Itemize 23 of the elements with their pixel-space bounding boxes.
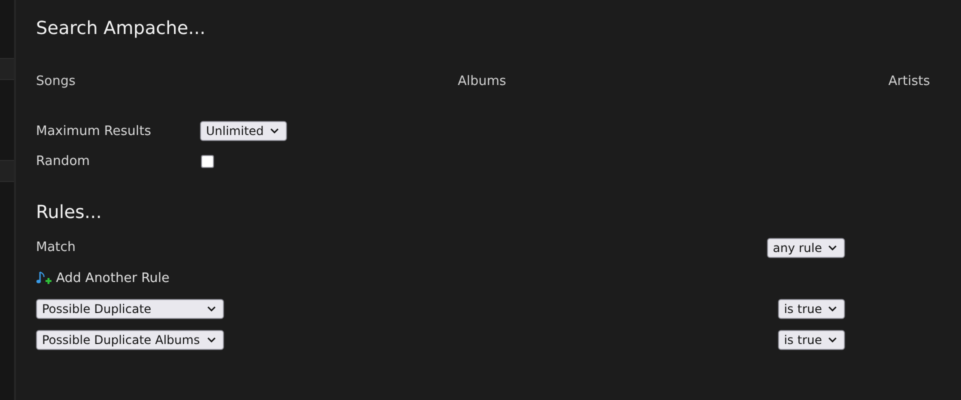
rule-field-dropdown[interactable]: Possible Duplicate Albums <box>36 330 224 350</box>
rule-operator-dropdown[interactable]: is true <box>778 298 845 318</box>
results-dropdown[interactable]: Unlimited <box>200 121 287 141</box>
search-type-link[interactable]: Artists <box>888 74 930 88</box>
caret-icon <box>207 306 216 312</box>
caret-icon <box>207 336 216 342</box>
random-checkbox[interactable] <box>201 154 214 168</box>
caret-icon <box>270 128 279 134</box>
add-rule-link[interactable]: Add Another Rule <box>36 270 170 286</box>
caret-icon <box>828 306 837 312</box>
music-note-add-icon <box>36 270 53 286</box>
rule-operator-dropdown[interactable]: is true <box>778 330 845 350</box>
search-type-link[interactable]: Albums <box>458 74 506 88</box>
search-type-link[interactable]: Songs <box>36 74 76 88</box>
option-label: Maximum Results <box>36 124 152 138</box>
caret-icon <box>828 244 837 250</box>
caret-icon <box>828 336 837 342</box>
rules-heading: Rules... <box>36 201 103 225</box>
match-dropdown[interactable]: any rule <box>766 238 845 258</box>
match-label: Match <box>36 240 76 255</box>
page-title: Search Ampache... <box>36 17 206 41</box>
rule-field-dropdown[interactable]: Possible Duplicate <box>36 298 224 318</box>
option-label: Random <box>36 154 91 168</box>
